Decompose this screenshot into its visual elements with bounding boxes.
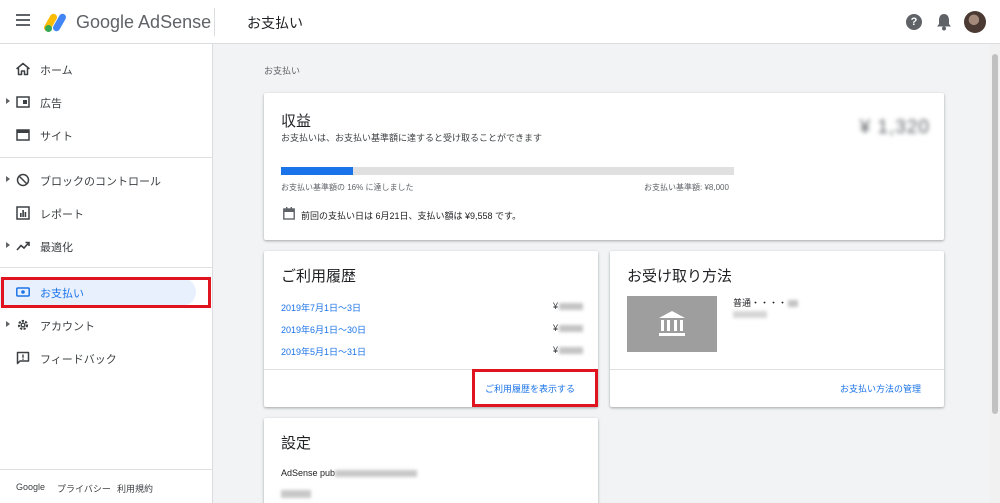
sidebar-item-label: レポート	[40, 209, 84, 221]
scrollbar[interactable]	[990, 44, 1000, 503]
expand-caret-icon[interactable]	[6, 98, 10, 104]
table-row[interactable]: 2019年7月1日～3日 ¥	[281, 301, 584, 315]
sidebar-item-label: 最適化	[40, 242, 73, 254]
progress-fill	[281, 167, 354, 175]
gear-icon	[17, 319, 29, 331]
history-date-link[interactable]: 2019年5月1日～31日	[281, 345, 366, 358]
last-payment-text: 前回の支払い日は 6月21日、支払い額は ¥9,558 です。	[301, 211, 522, 221]
sidebar-footer: Google プライバシー 利用規約	[0, 469, 213, 503]
calendar-icon	[283, 207, 295, 220]
card-divider	[610, 369, 944, 370]
sidebar-item-label: 広告	[40, 98, 62, 110]
publisher-detail	[281, 490, 311, 498]
sidebar-item-ads[interactable]: 広告	[0, 88, 213, 116]
expand-caret-icon[interactable]	[6, 242, 10, 248]
sidebar-divider	[0, 267, 213, 268]
sidebar-item-label: ホーム	[40, 65, 73, 77]
header-divider	[214, 8, 215, 36]
footer-privacy-link[interactable]: プライバシー	[57, 482, 111, 495]
earnings-title: 収益	[281, 113, 312, 130]
sites-icon	[16, 129, 30, 141]
settings-title: 設定	[281, 435, 312, 452]
highlight-box-payments	[1, 277, 211, 308]
footer-terms-link[interactable]: 利用規約	[117, 482, 153, 495]
trending-icon	[16, 241, 30, 251]
sidebar-item-home[interactable]: ホーム	[0, 55, 213, 83]
page-title: お支払い	[247, 15, 303, 31]
report-icon	[16, 206, 30, 220]
highlight-box-history-link	[472, 369, 598, 407]
sidebar-item-label: アカウント	[40, 321, 95, 333]
history-amount: ¥	[553, 301, 584, 311]
sidebar-item-block-controls[interactable]: ブロックのコントロール	[0, 166, 213, 194]
block-icon	[16, 173, 30, 187]
adsense-logo-icon[interactable]	[44, 11, 68, 33]
menu-icon[interactable]	[16, 14, 30, 28]
top-app-bar: Google AdSense お支払い ?	[0, 0, 1000, 44]
sidebar-item-label: フィードバック	[40, 354, 117, 366]
threshold-label: お支払い基準額: ¥8,000	[644, 183, 729, 192]
sidebar-item-sites[interactable]: サイト	[0, 121, 213, 149]
sidebar-item-feedback[interactable]: フィードバック	[0, 344, 213, 372]
expand-caret-icon[interactable]	[6, 321, 10, 327]
history-date-link[interactable]: 2019年7月1日～3日	[281, 301, 361, 314]
expand-caret-icon[interactable]	[6, 176, 10, 182]
bank-account-text: 普通・・・・	[733, 296, 799, 309]
earnings-amount: ¥ 1,320	[859, 117, 930, 138]
bank-account-detail	[733, 311, 767, 318]
sidebar-divider	[0, 157, 213, 158]
progress-label: お支払い基準額の 16% に達しました	[281, 183, 414, 192]
sidebar-item-account[interactable]: アカウント	[0, 311, 213, 339]
home-icon	[16, 62, 30, 76]
footer-google[interactable]: Google	[16, 482, 45, 492]
breadcrumb: お支払い	[264, 66, 301, 76]
payment-method-title: お受け取り方法	[627, 268, 733, 285]
sidebar-item-label: サイト	[40, 131, 73, 143]
bell-icon[interactable]	[936, 13, 952, 31]
sidebar: ホーム 広告 サイト ブロックのコントロール レポート 最適化 お支払い アカウ…	[0, 44, 213, 503]
table-row[interactable]: 2019年6月1日～30日 ¥	[281, 323, 584, 337]
bank-image	[627, 296, 717, 352]
scrollbar-thumb[interactable]	[992, 54, 998, 414]
history-title: ご利用履歴	[281, 268, 357, 285]
sidebar-item-optimization[interactable]: 最適化	[0, 232, 213, 260]
help-icon[interactable]: ?	[906, 14, 922, 30]
publisher-id: AdSense pub	[281, 468, 418, 478]
payment-threshold-progress	[281, 167, 734, 175]
table-row[interactable]: 2019年5月1日～31日 ¥	[281, 345, 584, 359]
payment-method-card: お受け取り方法 普通・・・・ お支払い方法の管理	[610, 251, 944, 407]
manage-payment-methods-button[interactable]: お支払い方法の管理	[840, 382, 921, 395]
avatar[interactable]	[964, 11, 986, 33]
sidebar-item-reports[interactable]: レポート	[0, 199, 213, 227]
history-amount: ¥	[553, 345, 584, 355]
bank-icon	[659, 311, 685, 336]
feedback-icon	[16, 351, 30, 365]
history-date-link[interactable]: 2019年6月1日～30日	[281, 323, 366, 336]
sidebar-item-label: ブロックのコントロール	[40, 176, 161, 188]
app-title[interactable]: Google AdSense	[76, 12, 211, 33]
history-amount: ¥	[553, 323, 584, 333]
settings-card: 設定 AdSense pub	[264, 418, 598, 503]
earnings-subtitle: お支払いは、お支払い基準額に達すると受け取ることができます	[281, 133, 543, 143]
earnings-card: 収益 お支払いは、お支払い基準額に達すると受け取ることができます ¥ 1,320…	[264, 93, 944, 240]
ads-icon	[16, 96, 30, 108]
